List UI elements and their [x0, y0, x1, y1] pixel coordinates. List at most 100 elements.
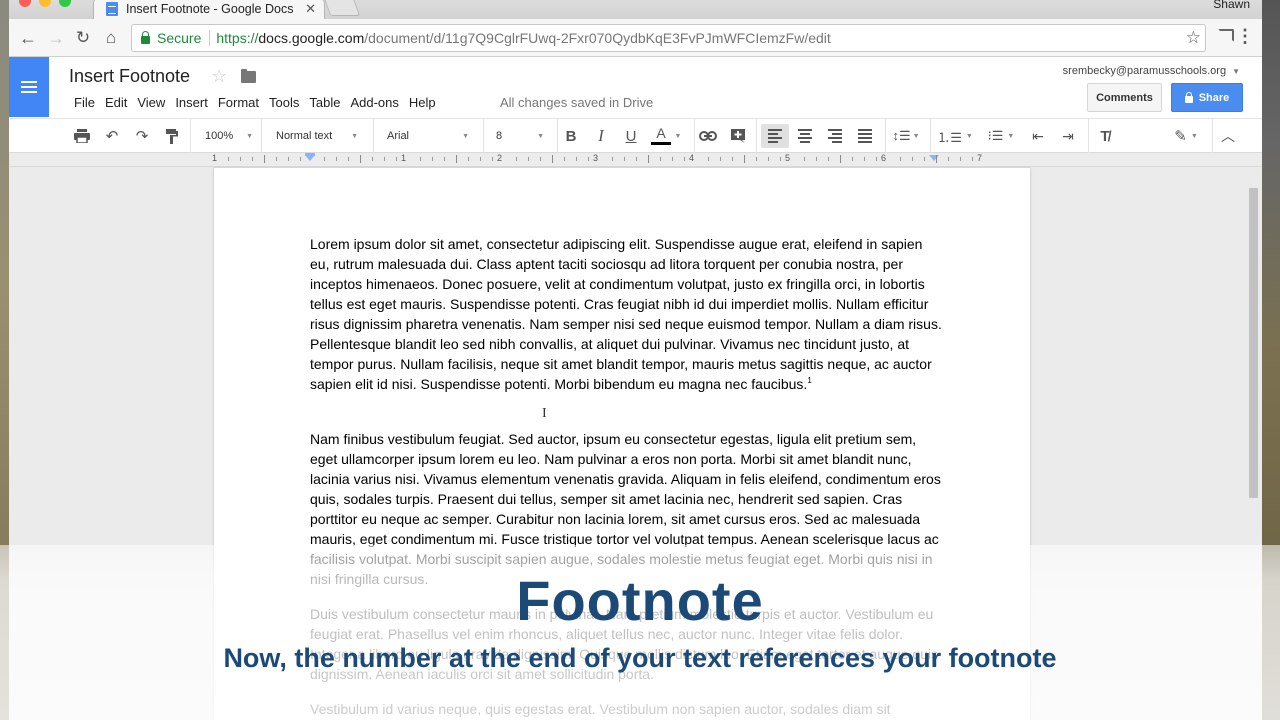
close-tab-icon[interactable]: ✕	[305, 1, 316, 17]
ruler-tick	[588, 157, 589, 161]
ruler-tick	[684, 157, 685, 161]
reload-icon[interactable]: ↻	[72, 27, 94, 49]
browser-tab[interactable]: Insert Footnote - Google Docs ✕	[93, 0, 325, 19]
docs-home-logo[interactable]	[9, 57, 49, 117]
justify-button[interactable]	[853, 124, 877, 148]
menu-format[interactable]: Format	[213, 93, 264, 112]
numbered-list-icon: ⒈☰	[937, 129, 962, 145]
ruler-tick	[744, 155, 745, 163]
ruler-tick	[924, 157, 925, 161]
vertical-scrollbar[interactable]	[1249, 188, 1258, 498]
profile-name[interactable]: Shawn	[1213, 0, 1250, 11]
underline-button[interactable]: U	[620, 124, 642, 148]
menu-edit[interactable]: Edit	[100, 93, 132, 112]
back-icon[interactable]: ←	[17, 27, 39, 49]
address-bar[interactable]: Secure https:// docs.google.com /documen…	[131, 24, 1206, 52]
paragraph[interactable]: Lorem ipsum dolor sit amet, consectetur …	[310, 234, 942, 394]
text-color-button[interactable]: A	[648, 124, 674, 148]
ruler-tick	[384, 157, 385, 161]
document-title[interactable]: Insert Footnote	[69, 66, 190, 87]
bookmark-star-icon[interactable]: ☆	[1186, 28, 1201, 48]
right-indent-handle[interactable]	[929, 155, 939, 161]
ruler-tick	[768, 157, 769, 161]
chevron-down-icon: ▼	[462, 132, 469, 140]
ruler-tick	[492, 157, 493, 161]
font-size-select[interactable]: 8 ▼	[496, 124, 544, 148]
ruler-tick	[540, 157, 541, 161]
text-color-swatch	[651, 142, 671, 145]
ruler-tick	[648, 155, 649, 163]
minimize-window-button[interactable]	[39, 0, 51, 7]
align-left-button[interactable]	[761, 124, 789, 148]
align-center-button[interactable]	[793, 124, 817, 148]
menu-help[interactable]: Help	[404, 93, 441, 112]
line-spacing-button[interactable]: ↕☰ ▼	[889, 124, 923, 148]
menu-tools[interactable]: Tools	[264, 93, 304, 112]
tab-title: Insert Footnote - Google Docs	[126, 2, 294, 16]
share-button[interactable]: Share	[1171, 83, 1243, 112]
tab-strip: Insert Footnote - Google Docs ✕ Shawn	[9, 0, 1262, 19]
ruler-tick	[456, 155, 457, 163]
ruler-label: 1	[212, 153, 218, 163]
star-document-icon[interactable]: ☆	[211, 66, 227, 87]
paint-format-icon[interactable]	[161, 124, 183, 148]
menu-addons[interactable]: Add-ons	[345, 93, 403, 112]
ruler-tick	[348, 157, 349, 161]
zoom-window-button[interactable]	[59, 0, 71, 7]
ruler-tick	[324, 157, 325, 161]
undo-icon[interactable]: ↶	[101, 124, 123, 148]
new-tab-button[interactable]	[323, 0, 361, 16]
left-indent-handle[interactable]	[305, 155, 315, 161]
account-switcher[interactable]: srembecky@paramusschools.org ▼	[1063, 65, 1240, 77]
move-to-folder-icon[interactable]	[241, 69, 256, 83]
save-status[interactable]: All changes saved in Drive	[500, 95, 653, 110]
increase-indent-icon[interactable]: ⇥	[1057, 124, 1079, 148]
docs-logo-icon	[21, 81, 37, 93]
ruler-tick	[444, 157, 445, 161]
ruler-tick	[264, 155, 265, 163]
redo-icon[interactable]: ↷	[131, 124, 153, 148]
menu-file[interactable]: File	[69, 93, 100, 112]
browser-menu-icon[interactable]: ⋮	[1236, 26, 1254, 46]
ruler-tick	[732, 157, 733, 161]
ruler-tick	[276, 157, 277, 161]
clear-formatting-icon[interactable]: T̸	[1094, 124, 1116, 148]
ruler-tick	[960, 157, 961, 161]
decrease-indent-icon[interactable]: ⇤	[1027, 124, 1049, 148]
align-right-icon	[828, 129, 842, 143]
collapse-menus-icon[interactable]: ︿	[1217, 124, 1239, 148]
zoom-select[interactable]: 100% ▼	[205, 124, 253, 148]
menu-insert[interactable]: Insert	[170, 93, 213, 112]
bold-button[interactable]: B	[560, 124, 582, 148]
ruler-label: 7	[977, 153, 983, 163]
ruler: 1 1 2 3 4 5 6 7	[9, 153, 1262, 167]
align-left-icon	[768, 129, 782, 143]
paragraph-style-select[interactable]: Normal text ▼	[276, 124, 358, 148]
footnote-reference[interactable]: 1	[807, 376, 811, 385]
ruler-label: 1	[401, 153, 407, 163]
ruler-tick	[240, 157, 241, 161]
ruler-scale: 1 1 2 3 4 5 6 7	[212, 153, 1030, 166]
url-path: /document/d/11g7Q9CglrFUwq-2Fxr070QydbKq…	[364, 30, 831, 46]
italic-button[interactable]: I	[590, 124, 612, 148]
font-select[interactable]: Arial ▼	[387, 124, 469, 148]
print-icon[interactable]	[71, 124, 93, 148]
numbered-list-button[interactable]: ⒈☰ ▼	[937, 124, 973, 148]
menu-table[interactable]: Table	[304, 93, 345, 112]
forward-icon[interactable]: →	[45, 27, 67, 49]
insert-link-icon[interactable]	[696, 124, 720, 148]
menu-bar: File Edit View Insert Format Tools Table…	[69, 93, 441, 112]
lock-icon	[1184, 91, 1193, 103]
editing-mode-button[interactable]: ✎ ▼	[1169, 124, 1203, 148]
bulleted-list-button[interactable]: ⁝☰ ▼	[983, 124, 1019, 148]
chevron-down-icon: ▼	[912, 132, 920, 140]
menu-view[interactable]: View	[132, 93, 170, 112]
comments-button[interactable]: Comments	[1087, 83, 1162, 112]
align-right-button[interactable]	[823, 124, 847, 148]
close-window-button[interactable]	[19, 0, 31, 7]
cast-icon[interactable]	[1218, 29, 1234, 42]
ruler-tick	[852, 157, 853, 161]
insert-comment-icon[interactable]	[727, 124, 749, 148]
home-icon[interactable]: ⌂	[100, 27, 122, 49]
chevron-down-icon[interactable]: ▼	[673, 124, 683, 148]
